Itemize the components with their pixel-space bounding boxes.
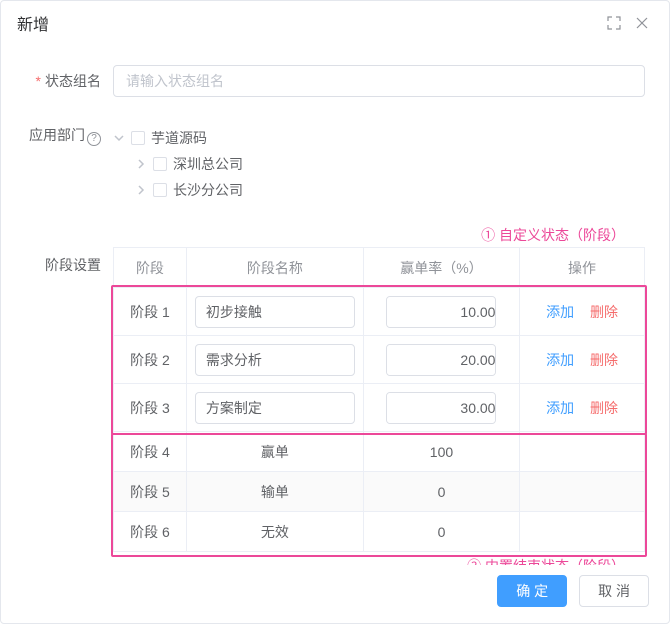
tree-node-child-0[interactable]: 深圳总公司 [113, 151, 645, 177]
cell-name: 输单 [186, 472, 363, 512]
form-item-state-group-name: 状态组名 [25, 65, 645, 97]
phase-name-input[interactable] [195, 344, 355, 376]
tree-checkbox-root[interactable] [131, 131, 145, 145]
phase-name-input[interactable] [195, 296, 355, 328]
fullscreen-icon[interactable] [607, 16, 621, 30]
cell-rate [363, 384, 519, 432]
close-icon[interactable] [635, 16, 649, 30]
cell-rate: 0 [363, 472, 519, 512]
win-rate-input[interactable] [387, 297, 496, 327]
cell-action: 添加 删除 [520, 336, 645, 384]
add-link[interactable]: 添加 [546, 400, 574, 416]
add-link[interactable]: 添加 [546, 352, 574, 368]
dialog-header-actions [607, 16, 649, 30]
cell-phase: 阶段 1 [114, 288, 187, 336]
form-item-department: 应用部门? 芋道源码 深圳总公司 [25, 119, 645, 203]
phase-name-input[interactable] [195, 392, 355, 424]
annotation-custom: ① 自定义状态（阶段） [113, 225, 645, 245]
dialog-title: 新增 [17, 11, 49, 35]
help-icon[interactable]: ? [87, 132, 101, 146]
dialog-header: 新增 [1, 1, 669, 45]
cell-name: 赢单 [186, 432, 363, 472]
department-tree: 芋道源码 深圳总公司 长沙分公司 [113, 119, 645, 203]
form-item-phase-config: 阶段设置 ① 自定义状态（阶段） 阶段 阶段名称 赢单率（%） 操作 [25, 225, 645, 565]
phase-table-wrap: 阶段 阶段名称 赢单率（%） 操作 阶段 1 [113, 247, 645, 552]
tree-node-child-1[interactable]: 长沙分公司 [113, 177, 645, 203]
win-rate-stepper[interactable] [386, 296, 496, 328]
cell-name [186, 336, 363, 384]
cell-phase: 阶段 3 [114, 384, 187, 432]
cell-phase: 阶段 5 [114, 472, 187, 512]
table-row: 阶段 3 添加 删除 [114, 384, 645, 432]
chevron-down-icon[interactable] [113, 132, 125, 144]
confirm-button[interactable]: 确 定 [497, 575, 567, 607]
add-link[interactable]: 添加 [546, 304, 574, 320]
cell-action [520, 512, 645, 552]
chevron-right-icon[interactable] [135, 184, 147, 196]
cell-name [186, 288, 363, 336]
table-row: 阶段 1 添加 删除 [114, 288, 645, 336]
state-group-name-label: 状态组名 [25, 65, 113, 97]
tree-label-root: 芋道源码 [151, 128, 207, 148]
department-label-text: 应用部门 [29, 127, 85, 143]
cell-rate: 0 [363, 512, 519, 552]
department-label: 应用部门? [25, 119, 113, 151]
th-phase: 阶段 [114, 248, 187, 288]
cell-action: 添加 删除 [520, 384, 645, 432]
delete-link[interactable]: 删除 [590, 304, 618, 320]
table-row: 阶段 5 输单 0 [114, 472, 645, 512]
tree-label-child-1: 长沙分公司 [173, 180, 243, 200]
win-rate-input[interactable] [387, 393, 496, 423]
cell-rate: 100 [363, 432, 519, 472]
delete-link[interactable]: 删除 [590, 352, 618, 368]
dialog: 新增 状态组名 应用部门? [0, 0, 670, 624]
chevron-right-icon[interactable] [135, 158, 147, 170]
table-row: 阶段 4 赢单 100 [114, 432, 645, 472]
tree-label-child-0: 深圳总公司 [173, 154, 243, 174]
cell-name [186, 384, 363, 432]
th-action: 操作 [520, 248, 645, 288]
cell-name: 无效 [186, 512, 363, 552]
phase-table: 阶段 阶段名称 赢单率（%） 操作 阶段 1 [113, 247, 645, 552]
cell-action [520, 432, 645, 472]
win-rate-stepper[interactable] [386, 392, 496, 424]
win-rate-input[interactable] [387, 345, 496, 375]
tree-checkbox-child-1[interactable] [153, 183, 167, 197]
dialog-footer: 确 定 取 消 [1, 565, 669, 623]
dialog-body: 状态组名 应用部门? 芋道源码 [1, 45, 669, 565]
tree-checkbox-child-0[interactable] [153, 157, 167, 171]
phase-config-label: 阶段设置 [25, 225, 113, 281]
table-row: 阶段 6 无效 0 [114, 512, 645, 552]
cell-action [520, 472, 645, 512]
tree-node-root[interactable]: 芋道源码 [113, 125, 645, 151]
state-group-name-input[interactable] [113, 65, 645, 97]
win-rate-stepper[interactable] [386, 344, 496, 376]
cell-phase: 阶段 4 [114, 432, 187, 472]
delete-link[interactable]: 删除 [590, 400, 618, 416]
cell-rate [363, 288, 519, 336]
cancel-button[interactable]: 取 消 [579, 575, 649, 607]
cell-action: 添加 删除 [520, 288, 645, 336]
th-name: 阶段名称 [186, 248, 363, 288]
annotation-builtin: ② 内置结束状态（阶段） [113, 556, 645, 565]
table-header-row: 阶段 阶段名称 赢单率（%） 操作 [114, 248, 645, 288]
cell-phase: 阶段 2 [114, 336, 187, 384]
table-row: 阶段 2 添加 删除 [114, 336, 645, 384]
th-rate: 赢单率（%） [363, 248, 519, 288]
cell-rate [363, 336, 519, 384]
cell-phase: 阶段 6 [114, 512, 187, 552]
